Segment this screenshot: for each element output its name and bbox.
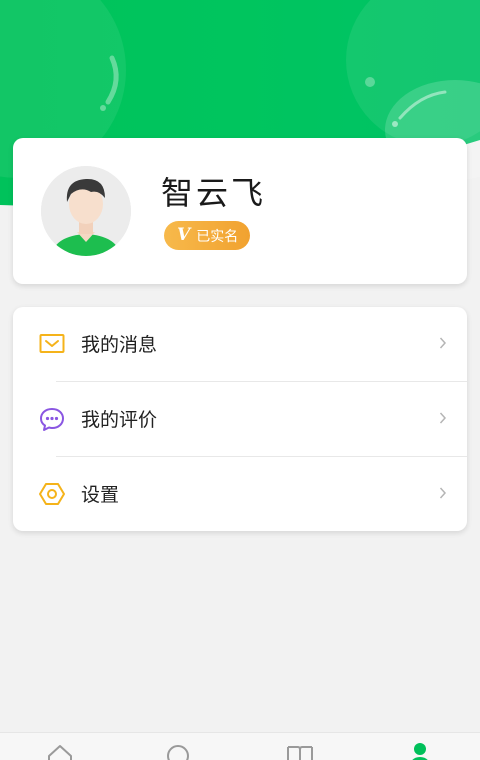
menu-item-messages[interactable]: 我的消息 [13,307,467,381]
comment-icon [38,406,66,432]
verified-v-icon: V [177,225,191,245]
envelope-icon [38,331,66,357]
profile-card[interactable]: 智云飞 V 已实名 [13,138,467,284]
book-icon[interactable] [286,743,314,760]
chevron-right-icon [439,486,447,500]
avatar[interactable] [41,166,131,256]
user-name: 智云飞 [161,174,267,212]
profile-icon[interactable] [406,743,434,760]
verified-badge: V 已实名 [164,221,251,250]
home-icon[interactable] [46,743,74,760]
profile-page: 智云飞 V 已实名 我的消息 我的评价 设置 [0,0,480,760]
verified-label: 已实名 [196,228,239,245]
menu-label-settings: 设置 [81,484,120,506]
search-icon[interactable] [165,743,193,760]
menu-card: 我的消息 我的评价 设置 [13,307,467,531]
menu-label-messages: 我的消息 [81,334,158,356]
chevron-right-icon [439,336,447,350]
chevron-right-icon [439,411,447,425]
settings-hexagon-icon [38,481,66,507]
menu-label-reviews: 我的评价 [81,409,158,431]
menu-item-reviews[interactable]: 我的评价 [13,382,467,456]
bottom-tab-bar [0,732,480,760]
menu-item-settings[interactable]: 设置 [13,457,467,531]
